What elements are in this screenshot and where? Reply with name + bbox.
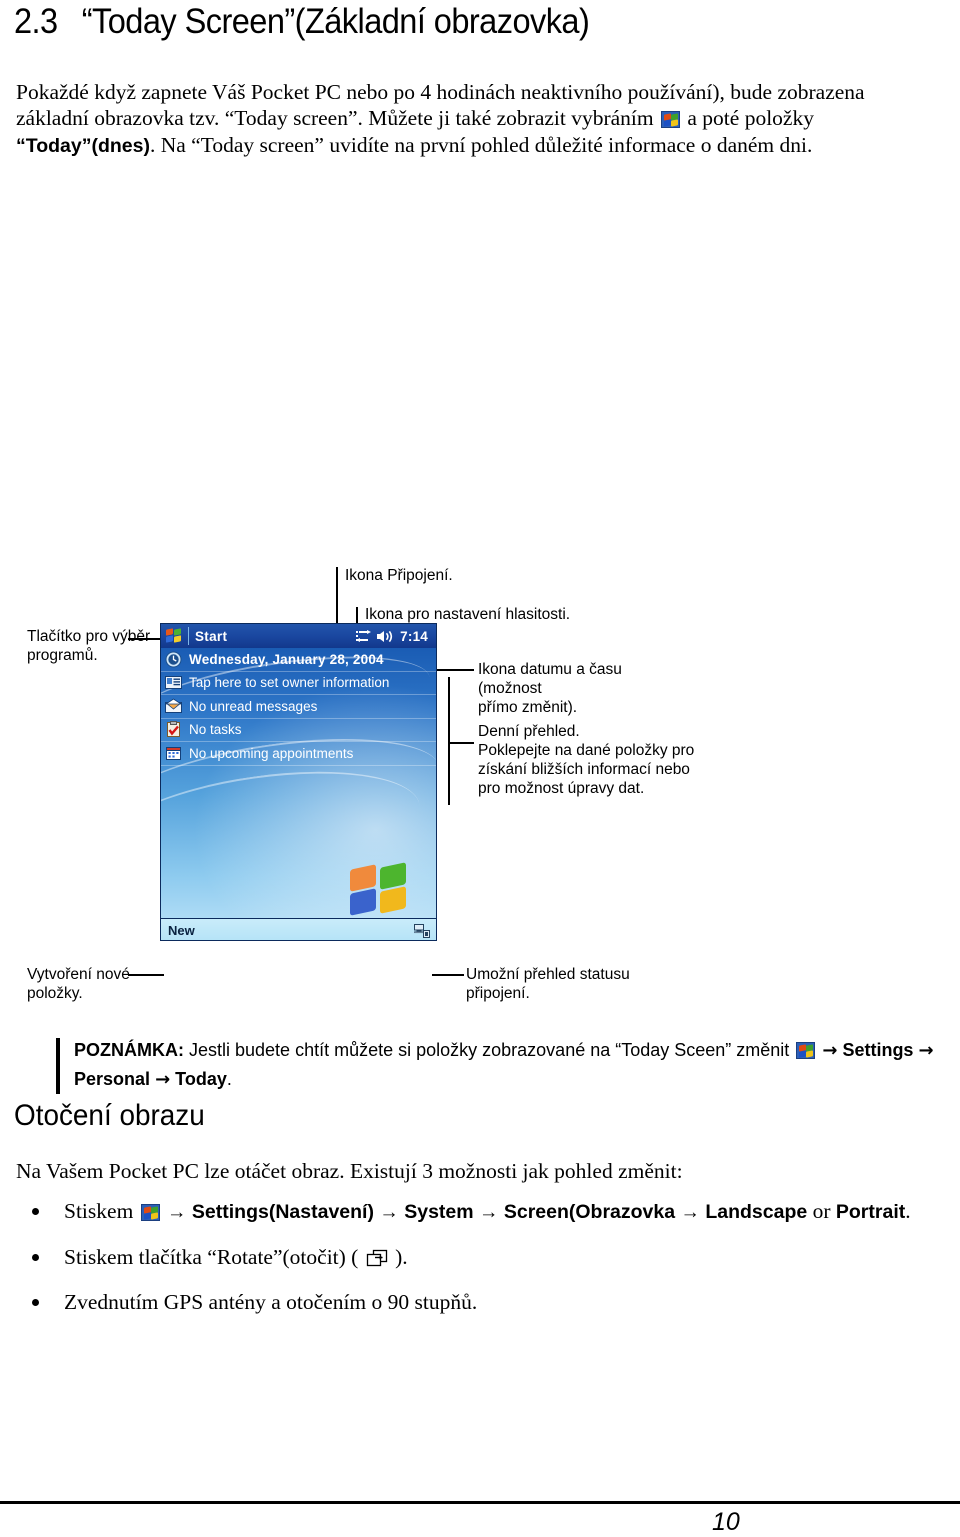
today-row-date[interactable]: Wednesday, January 28, 2004 [161,648,436,672]
note-label: POZNÁMKA: [74,1040,184,1060]
note-item-today: Today [175,1069,227,1089]
today-row-label: Wednesday, January 28, 2004 [189,651,384,667]
today-screen-body: Wednesday, January 28, 2004 Tap here to … [161,641,436,940]
subsection-title: Otočení obrazu [14,1099,205,1132]
rotate-options-list: Stiskem → Settings(Nastavení) → System →… [16,1198,916,1334]
bullet-text-after: ). [389,1245,408,1269]
page-number: 10 [712,1508,740,1536]
volume-icon[interactable] [377,630,394,643]
clock-display[interactable]: 7:14 [400,629,428,644]
callout-volume-icon: Ikona pro nastavení hlasitosti. [365,606,571,623]
rotate-intro-paragraph: Na Vašem Pocket PC lze otáčet obraz. Exi… [16,1159,683,1183]
windows-logo-icon [350,862,410,916]
pda-command-bar: New [161,918,436,940]
list-item: Stiskem tlačítka “Rotate”(otočit) ( ). [16,1244,916,1270]
arrow-glyph: → [478,1201,499,1223]
bullet-suffix: . [905,1199,911,1223]
today-row-appointments[interactable]: No upcoming appointments [161,742,436,766]
calendar-icon [165,745,182,762]
tasks-icon [165,721,182,738]
pocket-pc-today-screen: Start 7:14 Wednesday, January 28, 2004 T… [160,623,437,941]
menu-path-system: System [404,1201,474,1223]
bullet-dot-icon [32,1208,39,1215]
menu-path-landscape: Landscape [705,1201,808,1223]
section-number: 2.3 [14,2,58,41]
intro-bold-dnes: (dnes) [91,134,150,157]
arrow-glyph: → [822,1040,838,1061]
note-block: POZNÁMKA: Jestli budete chtít můžete si … [56,1036,936,1094]
today-row-owner[interactable]: Tap here to set owner information [161,672,436,695]
arrow-glyph: → [379,1201,399,1223]
start-separator [188,627,189,645]
note-item-personal: Personal [74,1069,151,1089]
today-row-label: No tasks [189,722,242,738]
list-item: Stiskem → Settings(Nastavení) → System →… [16,1198,916,1225]
arrow-glyph: → [918,1040,934,1061]
menu-path-screen: Screen(Obrazovka [503,1201,676,1223]
today-row-label: Tap here to set owner information [189,675,390,691]
windows-flag-icon [796,1042,816,1059]
leader-line-connection [336,567,338,631]
intro-text-part-2: a poté položky [682,106,814,130]
clock-icon [165,651,182,668]
callout-datetime-icon: Ikona datumu a času (možnost přímo změni… [478,661,622,716]
callout-start-button: Tlačítko pro výběr programů. [27,628,151,664]
arrow-glyph: → [680,1201,700,1223]
today-row-messages[interactable]: No unread messages [161,695,436,719]
note-item-settings: Settings [842,1040,914,1060]
note-trailing: . [226,1069,232,1089]
windows-flag-icon [140,1204,160,1221]
new-button[interactable]: New [168,923,195,938]
rotate-screen-icon [366,1248,388,1267]
today-row-label: No unread messages [189,698,318,714]
note-vertical-bar [56,1038,60,1094]
section-title-text: “Today Screen”(Základní obrazovka) [81,2,590,41]
intro-paragraph: Pokaždé když zapnete Váš Pocket PC nebo … [16,79,924,160]
today-screen-figure: Ikona Připojení. Ikona pro nastavení hla… [0,555,960,1015]
leader-line-datetime [432,669,474,671]
page-title: 2.3 “Today Screen”(Základní obrazovka) [14,2,590,42]
system-tray: 7:14 [356,629,436,644]
leader-line-new-item [128,974,164,976]
intro-bold-today: “Today” [16,134,92,157]
menu-path-portrait: Portrait [835,1201,906,1223]
bullet-dot-icon [32,1254,39,1261]
start-windows-flag-icon[interactable] [165,628,184,644]
bullet-prefix: Stiskem [64,1199,139,1223]
leader-line-connection-status [432,974,464,976]
menu-path-settings: Settings(Nastavení) [191,1201,374,1223]
owner-card-icon [165,674,182,691]
note-body-text: Jestli budete chtít můžete si položky zo… [184,1040,795,1060]
bullet-text-before: Stiskem tlačítka “Rotate”(otočit) ( [64,1245,364,1269]
callout-connection-status: Umožní přehled statusu připojení. [466,966,630,1002]
today-row-tasks[interactable]: No tasks [161,719,436,742]
start-button-label[interactable]: Start [195,629,227,644]
intro-text-part-3: . Na “Today screen” uvidíte na první poh… [149,132,813,157]
bullet-text: Zvednutím GPS antény a otočením o 90 stu… [64,1290,478,1314]
connection-icon[interactable] [356,629,372,643]
today-row-label: No upcoming appointments [189,745,354,761]
footer-divider [0,1501,960,1504]
list-item: Zvednutím GPS antény a otočením o 90 stu… [16,1289,916,1315]
pda-title-bar: Start 7:14 [161,624,436,648]
windows-flag-icon [661,111,681,128]
network-connection-icon[interactable] [414,923,430,938]
bracket-line-daily-overview [448,677,450,805]
callout-connection-icon: Ikona Připojení. [345,567,453,584]
note-text: POZNÁMKA: Jestli budete chtít můžete si … [74,1036,936,1094]
callout-daily-overview: Denní přehled. Poklepejte na dané položk… [478,723,695,797]
or-word: or [812,1199,831,1223]
leader-line-start [128,638,164,640]
arrow-glyph: → [167,1201,187,1223]
callout-new-item: Vytvoření nové položky. [27,966,130,1002]
arrow-glyph: → [155,1069,171,1090]
messages-icon [164,698,183,715]
leader-line-daily-overview [450,742,474,744]
bullet-dot-icon [32,1299,39,1306]
